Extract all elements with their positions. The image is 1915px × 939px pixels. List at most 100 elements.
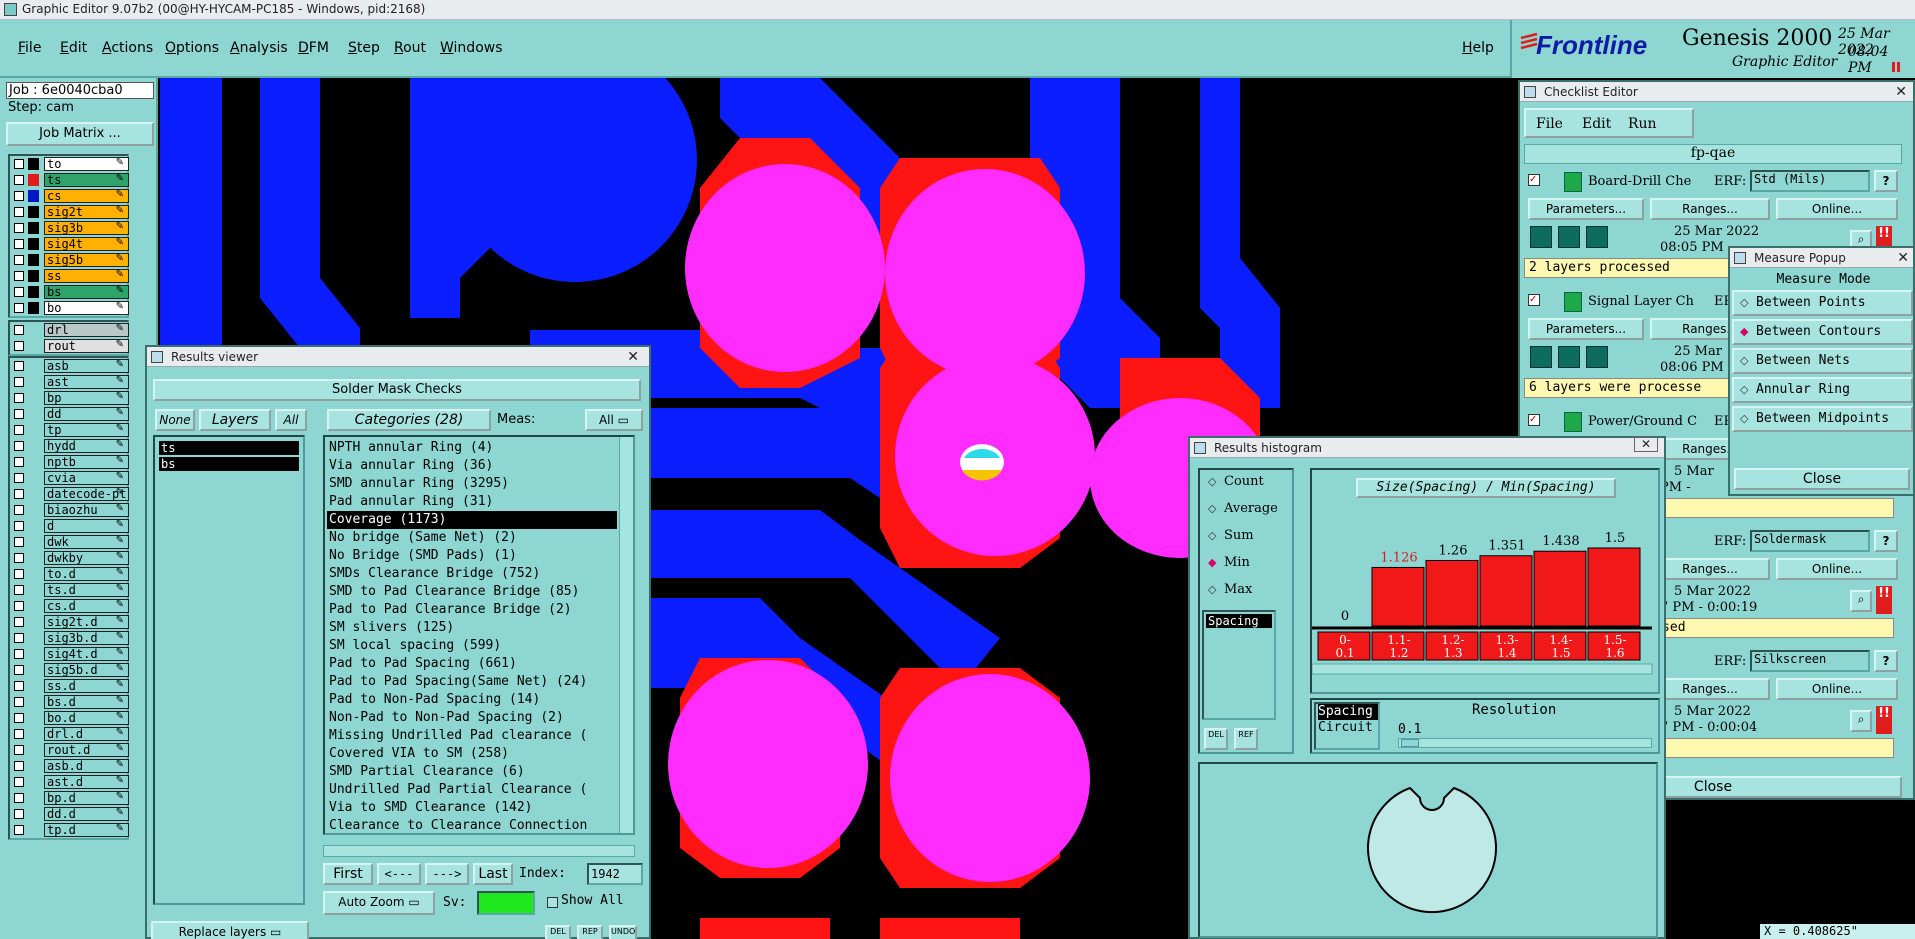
zoom-icon[interactable]: ⌕ bbox=[1850, 590, 1872, 612]
meas-select[interactable]: All ▭ bbox=[585, 409, 643, 431]
radio-icon[interactable]: ◇ bbox=[1740, 383, 1748, 396]
measure-titlebar[interactable]: Measure Popup ✕ bbox=[1730, 248, 1913, 268]
prev-button[interactable]: <--- bbox=[377, 863, 421, 885]
layer-row[interactable]: cs ✎ bbox=[10, 188, 129, 204]
layer-checkbox[interactable] bbox=[14, 271, 24, 281]
edit-icon[interactable]: ✎ bbox=[116, 391, 124, 402]
category-item[interactable]: Missing Undrilled Pad clearance ( bbox=[327, 727, 617, 745]
menu-step[interactable]: Step bbox=[348, 40, 380, 56]
edit-icon[interactable]: ✎ bbox=[116, 407, 124, 418]
category-scrollbar[interactable] bbox=[619, 437, 633, 833]
layer-row[interactable]: rout ✎ bbox=[10, 338, 129, 354]
edit-icon[interactable]: ✎ bbox=[116, 375, 124, 386]
layer-checkbox[interactable] bbox=[14, 697, 24, 707]
run-icon[interactable] bbox=[1558, 346, 1580, 368]
radio-icon[interactable]: ◆ bbox=[1740, 325, 1748, 338]
measure-close-button[interactable]: Close bbox=[1734, 468, 1910, 490]
edit-icon[interactable]: ✎ bbox=[116, 535, 124, 546]
alert-icon[interactable]: !! bbox=[1876, 706, 1892, 734]
layer-color-swatch[interactable] bbox=[28, 158, 39, 170]
layer-row[interactable]: hydd ✎ bbox=[10, 438, 129, 454]
layer-checkbox[interactable] bbox=[14, 175, 24, 185]
category-item[interactable]: SMD to Pad Clearance Bridge (85) bbox=[327, 583, 617, 601]
edit-icon[interactable]: ✎ bbox=[116, 679, 124, 690]
measure-option[interactable]: ◇ Between Midpoints bbox=[1732, 406, 1913, 432]
layer-checkbox[interactable] bbox=[14, 505, 24, 515]
layers-button[interactable]: Layers bbox=[199, 409, 271, 431]
edit-icon[interactable]: ✎ bbox=[116, 519, 124, 530]
show-all-checkbox[interactable] bbox=[547, 897, 558, 908]
layer-row[interactable]: sig3b ✎ bbox=[10, 220, 129, 236]
layer-color-swatch[interactable] bbox=[28, 174, 39, 186]
layer-row[interactable]: dd ✎ bbox=[10, 406, 129, 422]
layer-checkbox[interactable] bbox=[14, 553, 24, 563]
edit-icon[interactable]: ✎ bbox=[116, 647, 124, 658]
category-item[interactable]: Undrilled Pad Partial Clearance ( bbox=[327, 781, 617, 799]
layer-checkbox[interactable] bbox=[14, 361, 24, 371]
category-item[interactable]: No bridge (Same Net) (2) bbox=[327, 529, 617, 547]
none-button[interactable]: None bbox=[155, 409, 195, 431]
run-icon[interactable] bbox=[1586, 226, 1608, 248]
run-icon[interactable] bbox=[1586, 346, 1608, 368]
menu-rout[interactable]: Rout bbox=[394, 40, 426, 56]
layer-checkbox[interactable] bbox=[14, 649, 24, 659]
layer-checkbox[interactable] bbox=[14, 473, 24, 483]
edit-icon[interactable]: ✎ bbox=[116, 253, 124, 264]
menu-edit[interactable]: Edit bbox=[60, 40, 87, 56]
edit-icon[interactable]: ✎ bbox=[116, 695, 124, 706]
layer-color-swatch[interactable] bbox=[28, 302, 39, 314]
layer-row[interactable]: sig5b ✎ bbox=[10, 252, 129, 268]
erf-value[interactable]: Std (Mils) bbox=[1750, 170, 1870, 192]
edit-icon[interactable]: ✎ bbox=[116, 775, 124, 786]
checklist-titlebar[interactable]: Checklist Editor ✕ bbox=[1520, 82, 1913, 102]
layer-row[interactable]: ts.d ✎ bbox=[10, 582, 129, 598]
edit-icon[interactable]: ✎ bbox=[116, 791, 124, 802]
edit-icon[interactable]: ✎ bbox=[116, 487, 124, 498]
layer-checkbox[interactable] bbox=[14, 585, 24, 595]
category-item[interactable]: Via to SMD Clearance (142) bbox=[327, 799, 617, 817]
categories-button[interactable]: Categories (28) bbox=[327, 409, 491, 431]
layer-checkbox[interactable] bbox=[14, 729, 24, 739]
layer-checkbox[interactable] bbox=[14, 425, 24, 435]
edit-icon[interactable]: ✎ bbox=[116, 727, 124, 738]
layer-row[interactable]: dwk ✎ bbox=[10, 534, 129, 550]
edit-icon[interactable]: ✎ bbox=[116, 423, 124, 434]
layer-color-swatch[interactable] bbox=[28, 238, 39, 250]
layer-checkbox[interactable] bbox=[14, 207, 24, 217]
resolution-slider-handle[interactable] bbox=[1401, 739, 1419, 747]
layer-row[interactable]: to ✎ bbox=[10, 156, 129, 172]
pause-icon[interactable] bbox=[1892, 62, 1900, 72]
edit-icon[interactable]: ✎ bbox=[116, 301, 124, 312]
check-enable-checkbox[interactable]: ✓ bbox=[1528, 414, 1540, 426]
measure-option[interactable]: ◆ Between Contours bbox=[1732, 319, 1913, 345]
layer-row[interactable]: asb ✎ bbox=[10, 358, 129, 374]
edit-icon[interactable]: ✎ bbox=[116, 567, 124, 578]
layer-row[interactable]: biaozhu ✎ bbox=[10, 502, 129, 518]
resolution-slider[interactable] bbox=[1398, 738, 1652, 748]
stat-list[interactable]: Spacing bbox=[1202, 610, 1276, 720]
ranges-button[interactable]: Ranges... bbox=[1650, 558, 1770, 580]
first-button[interactable]: First bbox=[323, 863, 373, 885]
resolution-list[interactable]: Spacing Circuit bbox=[1314, 702, 1380, 750]
radio-icon[interactable]: ◇ bbox=[1208, 529, 1216, 542]
category-item[interactable]: SM local spacing (599) bbox=[327, 637, 617, 655]
layer-row[interactable]: drl ✎ bbox=[10, 322, 129, 338]
checklist-menu-file[interactable]: File bbox=[1536, 116, 1563, 132]
menu-file[interactable]: File bbox=[18, 40, 41, 56]
category-item[interactable]: NPTH annular Ring (4) bbox=[327, 439, 617, 457]
layer-checkbox[interactable] bbox=[14, 191, 24, 201]
check-enable-checkbox[interactable]: ✓ bbox=[1528, 294, 1540, 306]
undo-button[interactable]: UNDO bbox=[609, 925, 637, 939]
layer-checkbox[interactable] bbox=[14, 223, 24, 233]
erf-value[interactable]: Soldermask bbox=[1750, 530, 1870, 552]
close-icon[interactable]: ✕ bbox=[1634, 436, 1658, 452]
menu-actions[interactable]: Actions bbox=[102, 40, 153, 56]
run-icon[interactable] bbox=[1558, 226, 1580, 248]
layer-checkbox[interactable] bbox=[14, 409, 24, 419]
layer-row[interactable]: sig5b.d ✎ bbox=[10, 662, 129, 678]
help-button[interactable]: ? bbox=[1874, 650, 1898, 672]
ranges-button[interactable]: Ranges... bbox=[1650, 198, 1770, 220]
layer-row[interactable]: ss ✎ bbox=[10, 268, 129, 284]
layer-checkbox[interactable] bbox=[14, 665, 24, 675]
parameters-button[interactable]: Parameters... bbox=[1528, 198, 1644, 220]
